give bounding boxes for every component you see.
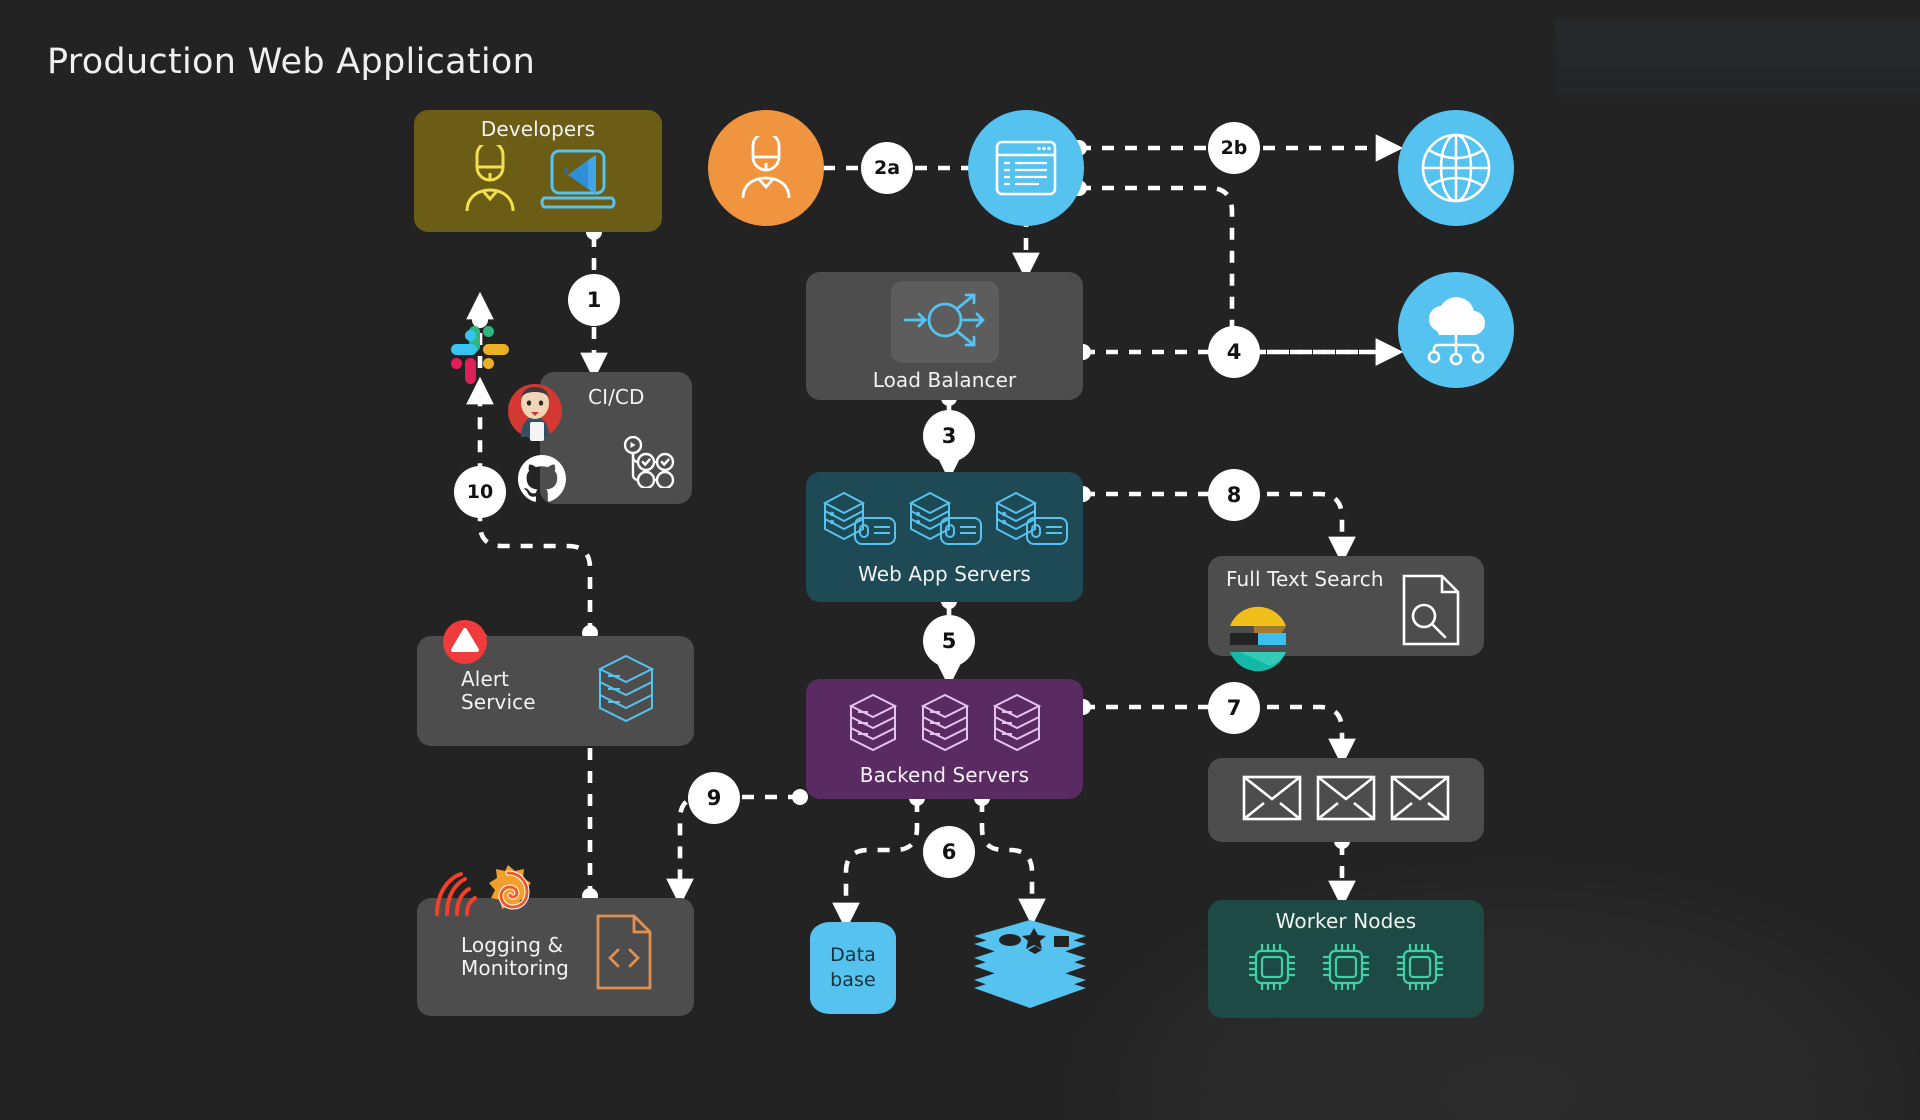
node-database-label: Data base: [830, 944, 876, 991]
flow-badge-7: 7: [1208, 682, 1260, 734]
node-backend-servers-label: Backend Servers: [859, 762, 1030, 787]
node-worker-nodes-label: Worker Nodes: [1275, 909, 1417, 933]
grafana-icon: [479, 864, 537, 926]
flow-badge-2b: 2b: [1208, 122, 1260, 174]
flow-badge-3: 3: [923, 410, 975, 462]
node-full-text-search-label: Full Text Search: [1226, 567, 1384, 591]
loki-icon: [431, 870, 483, 924]
node-developers-label: Developers: [480, 117, 596, 141]
node-load-balancer-label: Load Balancer: [872, 367, 1017, 392]
edge-6-cache: [979, 800, 1046, 927]
github-icon: [516, 453, 568, 505]
envelope-icon: [1389, 774, 1451, 826]
server-card-icon: [819, 489, 899, 555]
elasticsearch-icon: [1224, 606, 1292, 676]
node-user[interactable]: [708, 110, 824, 226]
flow-badge-4: 4: [1208, 326, 1260, 378]
developer-person-icon: [459, 140, 521, 217]
flow-badge-5: 5: [923, 615, 975, 667]
node-logging-monitoring-label: Logging & Monitoring: [461, 933, 569, 980]
node-alert-service[interactable]: Alert Service: [417, 620, 694, 746]
node-alert-service-label: Alert Service: [461, 667, 536, 714]
flow-badge-2a: 2a: [861, 142, 913, 194]
node-load-balancer[interactable]: Load Balancer: [806, 272, 1083, 400]
server-stack-icon: [918, 692, 972, 758]
flow-badge-8: 8: [1208, 469, 1260, 521]
load-balancer-icon: [890, 280, 999, 363]
flow-badge-6: 6: [923, 826, 975, 878]
node-cache[interactable]: [972, 918, 1088, 1018]
pipeline-icon: [620, 435, 676, 492]
flow-badge-1: 1: [568, 274, 620, 326]
node-web-app-servers[interactable]: Web App Servers: [806, 472, 1083, 602]
node-backend-servers[interactable]: Backend Servers: [806, 679, 1083, 799]
slack-icon: [447, 322, 513, 388]
node-mail-queue[interactable]: [1208, 758, 1484, 842]
server-stack-icon: [594, 652, 658, 730]
server-stack-icon: [846, 692, 900, 758]
jenkins-icon: [505, 381, 565, 441]
node-worker-nodes[interactable]: Worker Nodes: [1208, 900, 1484, 1018]
node-web-app-servers-label: Web App Servers: [858, 561, 1031, 586]
cpu-chip-icon: [1318, 939, 1374, 999]
node-cloud[interactable]: [1398, 272, 1514, 388]
code-file-icon: [594, 912, 654, 996]
node-full-text-search[interactable]: Full Text Search: [1208, 556, 1484, 672]
server-card-icon: [991, 489, 1071, 555]
server-stack-icon: [990, 692, 1044, 758]
node-cicd-label: CI/CD: [588, 385, 645, 409]
alert-triangle-icon: [441, 618, 489, 670]
node-browser[interactable]: [968, 110, 1084, 226]
server-card-icon: [905, 489, 985, 555]
node-globe[interactable]: [1398, 110, 1514, 226]
redis-cache-icon: [974, 920, 1086, 1008]
edge-6-db: [832, 800, 920, 931]
node-developers[interactable]: Developers: [414, 110, 662, 232]
flow-badge-10: 10: [454, 466, 506, 518]
envelope-icon: [1241, 774, 1303, 826]
cpu-chip-icon: [1392, 939, 1448, 999]
vscode-laptop-icon: [539, 146, 617, 216]
diagram-canvas: Production Web Application Developers CI…: [0, 0, 1920, 1120]
document-search-icon: [1400, 572, 1462, 652]
envelope-icon: [1315, 774, 1377, 826]
cpu-chip-icon: [1244, 939, 1300, 999]
flow-badge-9: 9: [688, 772, 740, 824]
node-database[interactable]: Data base: [810, 922, 896, 1014]
node-logging-monitoring[interactable]: Logging & Monitoring: [417, 865, 694, 1016]
